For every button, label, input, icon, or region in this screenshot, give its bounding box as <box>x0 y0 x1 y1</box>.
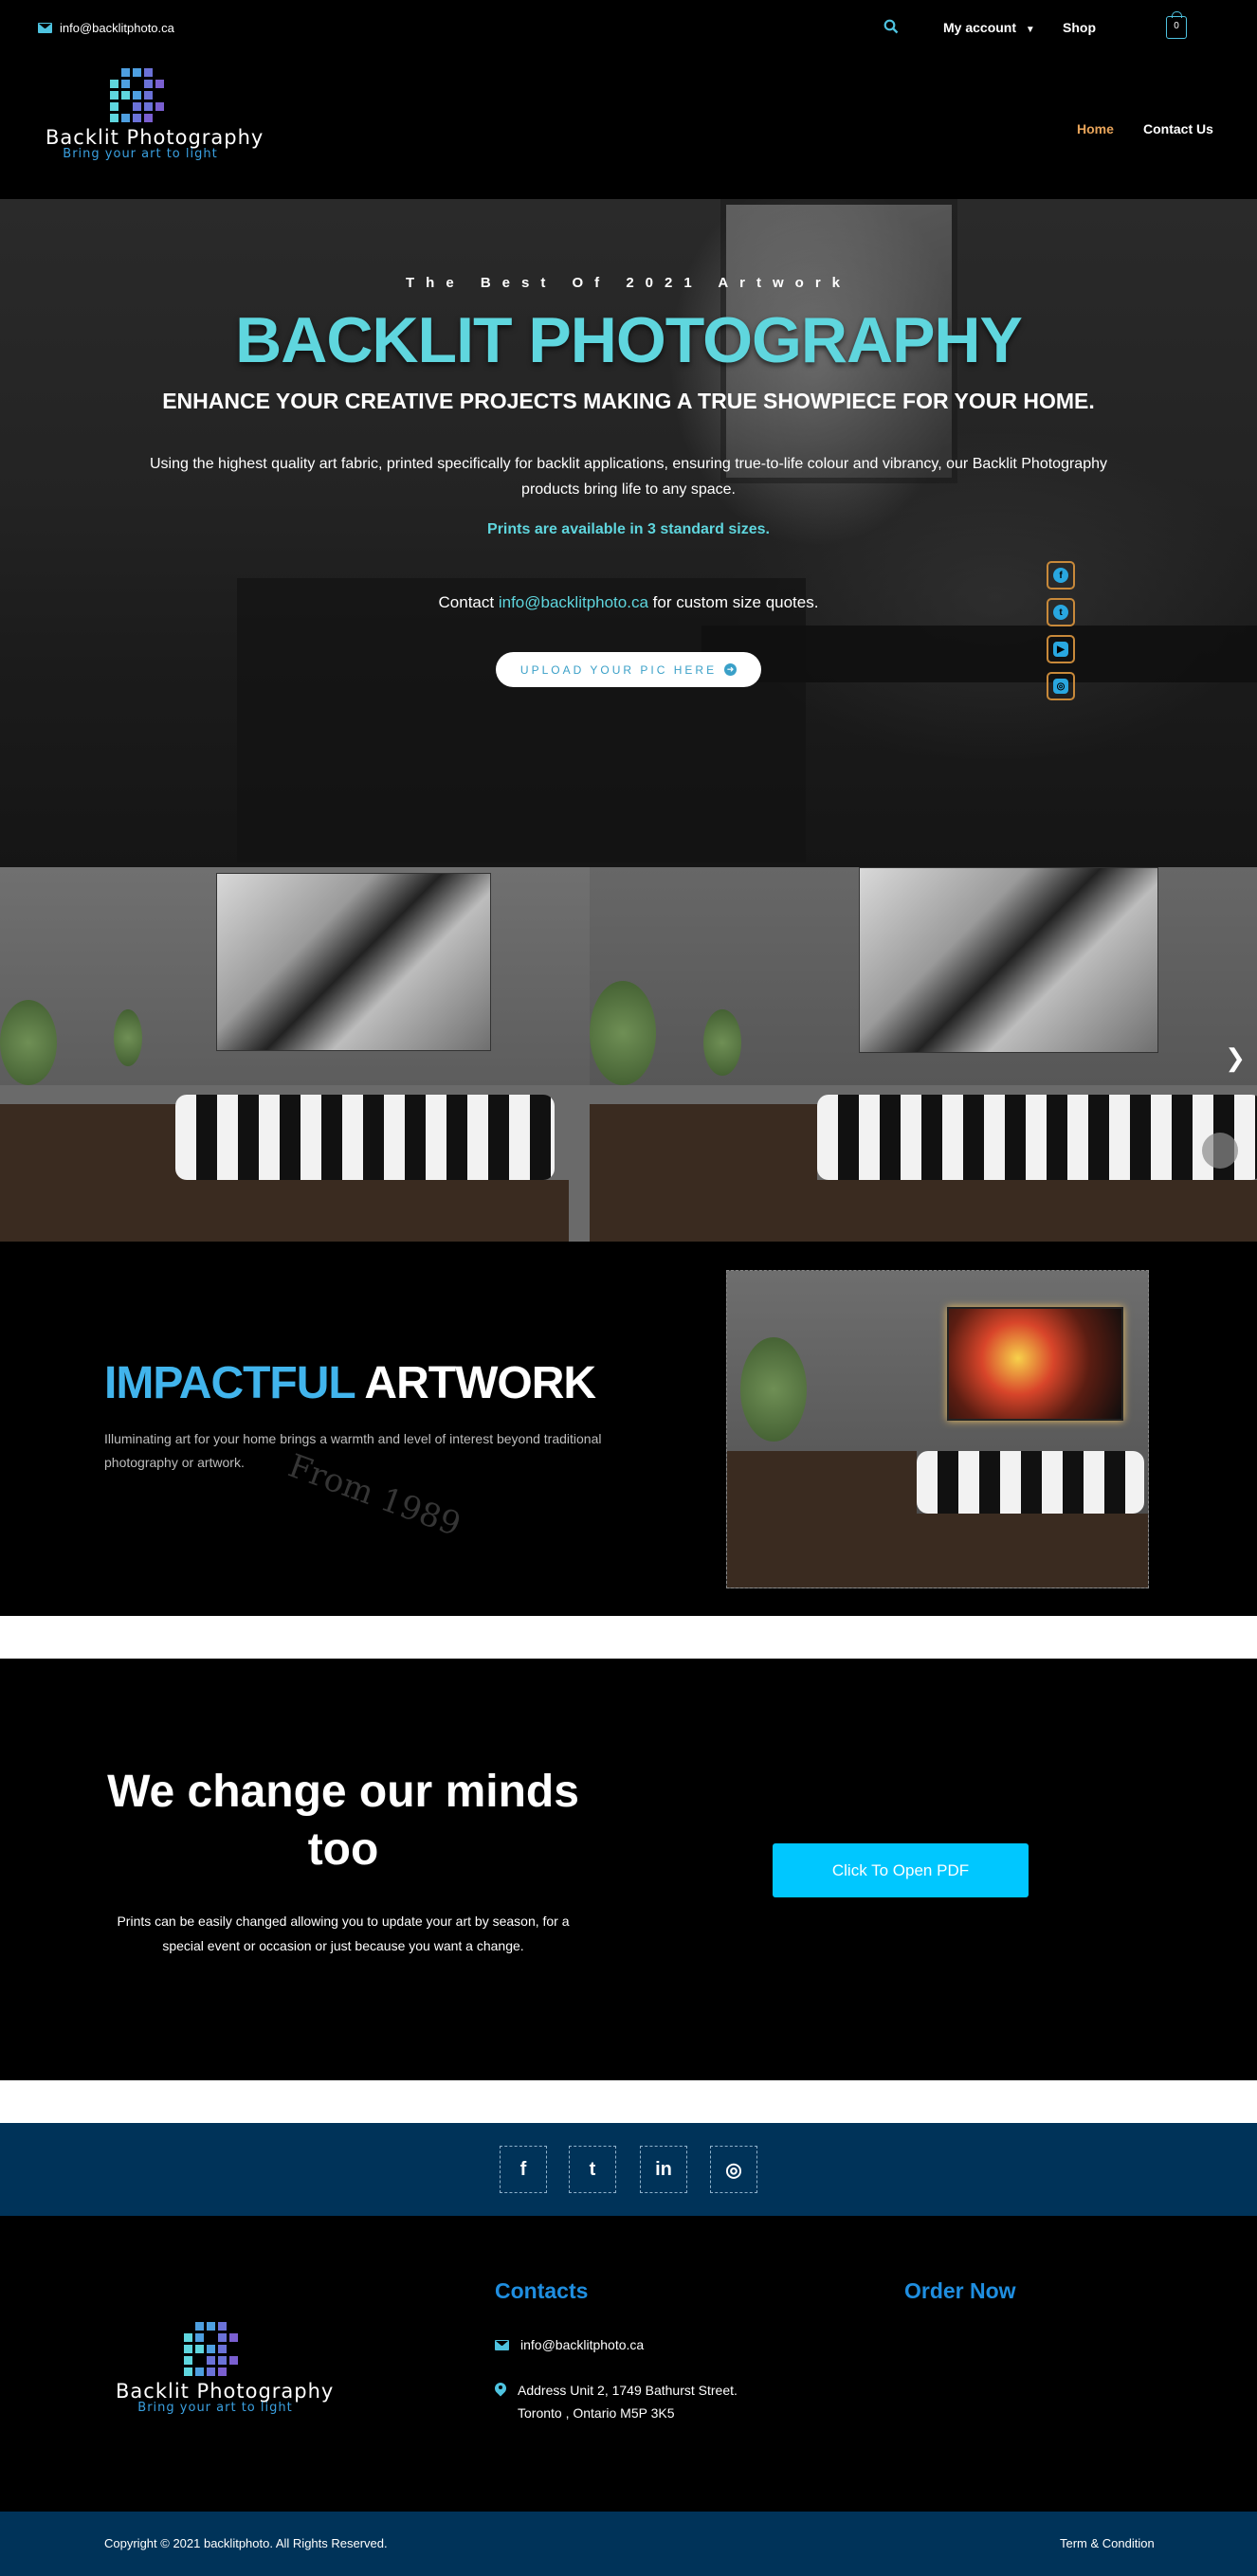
impact-heading: IMPACTFUL ARTWORK <box>104 1357 596 1409</box>
top-email-text: info@backlitphoto.ca <box>60 21 174 35</box>
footer-instagram-icon[interactable]: ◎ <box>710 2146 757 2193</box>
image-slider[interactable]: ❯ <box>0 867 1257 1242</box>
footer-address-line1: Address Unit 2, 1749 Bathurst Street. <box>518 2383 738 2398</box>
slider-next-arrow-icon[interactable]: ❯ <box>1225 1043 1246 1073</box>
cart-count: 0 <box>1174 21 1179 31</box>
footer-logo-title: Backlit Photography <box>116 2380 335 2403</box>
impact-room-image <box>726 1270 1149 1588</box>
change-heading: We change our minds too <box>107 1767 579 1875</box>
footer-order-heading[interactable]: Order Now <box>904 2278 1016 2304</box>
footer-address-line2: Toronto , Ontario M5P 3K5 <box>518 2405 675 2421</box>
shop-link[interactable]: Shop <box>1063 20 1096 35</box>
arrow-right-icon: ➜ <box>724 663 738 676</box>
hero-facebook-link[interactable]: f <box>1047 561 1075 590</box>
logo-mark-icon <box>110 68 235 122</box>
envelope-icon <box>495 2339 509 2350</box>
footer-contacts-heading: Contacts <box>495 2278 589 2303</box>
impact-text: Illuminating art for your home brings a … <box>104 1431 602 1470</box>
impact-artwork-image <box>947 1307 1123 1421</box>
open-pdf-button[interactable]: Click To Open PDF <box>773 1843 1029 1897</box>
hero-title: BACKLIT PHOTOGRAPHY <box>235 304 1023 376</box>
footer-email-row[interactable]: info@backlitphoto.ca <box>495 2337 644 2352</box>
search-icon[interactable] <box>884 19 899 39</box>
hero-contact-prefix: Contact <box>438 593 495 611</box>
footer-logo[interactable]: Backlit Photography Bring your art to li… <box>116 2322 335 2415</box>
spacer-white-1 <box>0 1616 1257 1659</box>
we-change-section: We change our minds too Prints can be ea… <box>0 1659 1257 2080</box>
upload-pic-button[interactable]: UPLOAD YOUR PIC HERE ➜ <box>496 652 761 687</box>
terms-link[interactable]: Term & Condition <box>1060 2536 1155 2550</box>
cart-icon[interactable]: 0 <box>1166 11 1187 39</box>
footer-twitter-icon[interactable]: t <box>569 2146 616 2193</box>
hero-subtitle: ENHANCE YOUR CREATIVE PROJECTS MAKING A … <box>162 389 1095 413</box>
impact-heading-accent: IMPACTFUL <box>104 1358 355 1408</box>
twitter-icon: t <box>1053 605 1068 620</box>
top-bar: info@backlitphoto.ca My account ▼ Shop 0 <box>0 0 1257 59</box>
youtube-icon: ▶ <box>1053 642 1068 657</box>
footer-facebook-icon[interactable]: f <box>500 2146 547 2193</box>
hero-background-cabinet <box>237 578 806 862</box>
instagram-icon: ◎ <box>1053 679 1068 694</box>
impact-heading-rest: ARTWORK <box>364 1358 596 1408</box>
footer-address-row: Address Unit 2, 1749 Bathurst Street. To… <box>495 2379 738 2424</box>
site-logo[interactable]: Backlit Photography Bring your art to li… <box>46 68 264 161</box>
slide-image-2 <box>590 867 1257 1242</box>
hero-contact-suffix: for custom size quotes. <box>652 593 819 611</box>
my-account-menu[interactable]: My account ▼ <box>943 20 1035 35</box>
hero-sizes-note: Prints are available in 3 standard sizes… <box>487 521 770 537</box>
map-pin-icon <box>495 2383 506 2397</box>
copyright-bar: Copyright © 2021 backlitphoto. All Right… <box>0 2512 1257 2576</box>
upload-button-label: UPLOAD YOUR PIC HERE <box>519 662 718 677</box>
facebook-icon: f <box>1053 568 1068 583</box>
top-email-link[interactable]: info@backlitphoto.ca <box>38 21 174 35</box>
copyright-text: Copyright © 2021 backlitphoto. All Right… <box>104 2536 388 2550</box>
site-header: Backlit Photography Bring your art to li… <box>0 59 1257 199</box>
site-footer: Backlit Photography Bring your art to li… <box>0 2216 1257 2512</box>
footer-email: info@backlitphoto.ca <box>520 2337 645 2352</box>
slide-image-1 <box>0 867 590 1242</box>
hero-section: The Best Of 2021 Artwork BACKLIT PHOTOGR… <box>0 199 1257 867</box>
spacer-white-2 <box>0 2080 1257 2123</box>
hero-twitter-link[interactable]: t <box>1047 598 1075 626</box>
footer-linkedin-icon[interactable]: in <box>640 2146 687 2193</box>
footer-logo-mark-icon <box>184 2322 315 2376</box>
social-band: f t in ◎ <box>0 2123 1257 2216</box>
footer-logo-tagline: Bring your art to light <box>137 2401 293 2415</box>
my-account-label: My account <box>943 20 1017 35</box>
chevron-down-icon: ▼ <box>1025 25 1035 35</box>
logo-title: Backlit Photography <box>46 126 264 149</box>
change-text: Prints can be easily changed allowing yo… <box>117 1914 570 1953</box>
hero-youtube-link[interactable]: ▶ <box>1047 635 1075 663</box>
logo-tagline: Bring your art to light <box>63 147 218 161</box>
nav-home[interactable]: Home <box>1077 121 1114 136</box>
hero-background-table <box>701 626 1257 682</box>
hero-description: Using the highest quality art fabric, pr… <box>150 456 1107 498</box>
slider-pagination-dot[interactable] <box>1202 1133 1238 1169</box>
impactful-artwork-section: IMPACTFUL ARTWORK Illuminating art for y… <box>0 1242 1257 1616</box>
hero-kicker: The Best Of 2021 Artwork <box>406 275 851 291</box>
hero-contact-email[interactable]: info@backlitphoto.ca <box>499 593 648 611</box>
nav-contact-us[interactable]: Contact Us <box>1143 121 1213 136</box>
hero-instagram-link[interactable]: ◎ <box>1047 672 1075 700</box>
envelope-icon <box>38 23 52 33</box>
